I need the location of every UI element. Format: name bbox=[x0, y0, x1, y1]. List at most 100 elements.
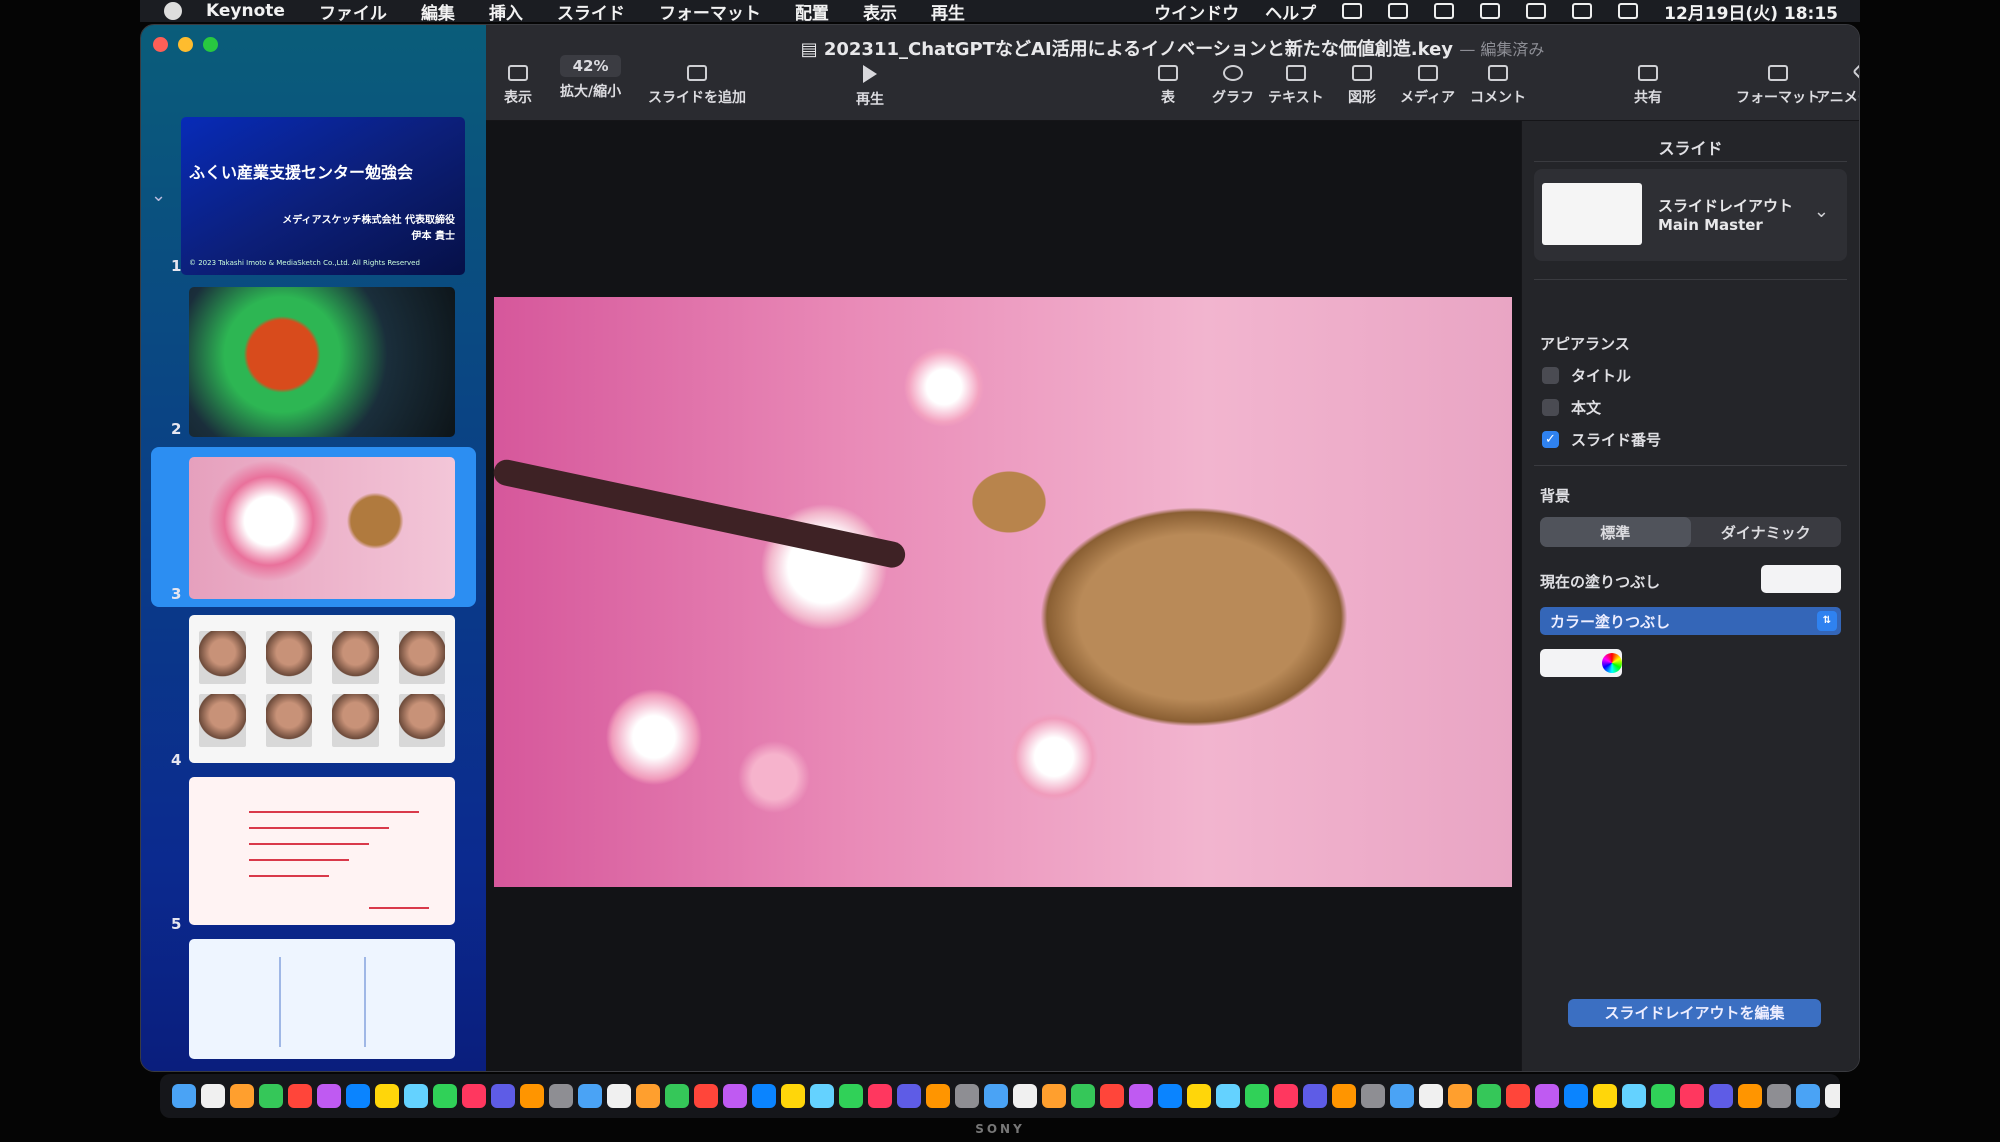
dock-app-icon[interactable] bbox=[1622, 1084, 1646, 1108]
dock-app-icon[interactable] bbox=[955, 1084, 979, 1108]
dock-app-icon[interactable] bbox=[1477, 1084, 1501, 1108]
dock-app-icon[interactable] bbox=[636, 1084, 660, 1108]
share-button[interactable]: 共有 bbox=[1634, 65, 1662, 107]
dock-app-icon[interactable] bbox=[1361, 1084, 1385, 1108]
dock-app-icon[interactable] bbox=[491, 1084, 515, 1108]
fill-type-select[interactable]: カラー塗りつぶし ⇅ bbox=[1540, 607, 1841, 635]
menu-play[interactable]: 再生 bbox=[931, 0, 965, 24]
dock-app-icon[interactable] bbox=[549, 1084, 573, 1108]
slide-thumbnail-4[interactable] bbox=[189, 615, 455, 763]
zoom-window-icon[interactable] bbox=[203, 37, 218, 52]
dock-app-icon[interactable] bbox=[1158, 1084, 1182, 1108]
status-app-icon[interactable] bbox=[1342, 3, 1363, 19]
current-slide-image[interactable] bbox=[491, 297, 1512, 887]
color-wheel-icon[interactable] bbox=[1602, 653, 1622, 673]
dock-app-icon[interactable] bbox=[317, 1084, 341, 1108]
dock-app-icon[interactable] bbox=[1796, 1084, 1820, 1108]
dock-app-icon[interactable] bbox=[1245, 1084, 1269, 1108]
dock-app-icon[interactable] bbox=[1013, 1084, 1037, 1108]
apple-menu-icon[interactable] bbox=[164, 2, 182, 20]
dock-app-icon[interactable] bbox=[1042, 1084, 1066, 1108]
dock-app-icon[interactable] bbox=[752, 1084, 776, 1108]
dock-app-icon[interactable] bbox=[1709, 1084, 1733, 1108]
dock-app-icon[interactable] bbox=[984, 1084, 1008, 1108]
dock-app-icon[interactable] bbox=[1216, 1084, 1240, 1108]
dock-app-icon[interactable] bbox=[404, 1084, 428, 1108]
close-window-icon[interactable] bbox=[153, 37, 168, 52]
checkbox-slide-number-row[interactable]: ✓ スライド番号 bbox=[1542, 429, 1661, 450]
menu-format[interactable]: フォーマット bbox=[659, 0, 761, 24]
slide-thumbnail-2[interactable] bbox=[189, 287, 455, 437]
checkbox-body-row[interactable]: 本文 bbox=[1542, 397, 1601, 418]
control-center-icon[interactable] bbox=[1618, 3, 1639, 19]
slide-layout-picker[interactable]: スライドレイアウト Main Master ⌄ bbox=[1534, 169, 1847, 261]
shape-button[interactable]: 図形 bbox=[1348, 65, 1376, 107]
dock-app-icon[interactable] bbox=[665, 1084, 689, 1108]
dock-app-icon[interactable] bbox=[1506, 1084, 1530, 1108]
menu-arrange[interactable]: 配置 bbox=[795, 0, 829, 24]
slide-thumbnail-3[interactable] bbox=[189, 457, 455, 599]
dock-app-icon[interactable] bbox=[1187, 1084, 1211, 1108]
dock-app-icon[interactable] bbox=[694, 1084, 718, 1108]
dock-app-icon[interactable] bbox=[1419, 1084, 1443, 1108]
dock-app-icon[interactable] bbox=[1274, 1084, 1298, 1108]
comment-button[interactable]: コメント bbox=[1470, 65, 1526, 107]
chart-button[interactable]: グラフ bbox=[1212, 65, 1254, 107]
title-checkbox[interactable] bbox=[1542, 367, 1559, 384]
dock-app-icon[interactable] bbox=[1448, 1084, 1472, 1108]
slide-number-checkbox[interactable]: ✓ bbox=[1542, 431, 1559, 448]
dock-app-icon[interactable] bbox=[1680, 1084, 1704, 1108]
battery-icon[interactable] bbox=[1480, 3, 1501, 19]
dock-app-icon[interactable] bbox=[433, 1084, 457, 1108]
clock[interactable]: 12月19日(火) 18:15 bbox=[1664, 0, 1838, 24]
dock-app-icon[interactable] bbox=[1651, 1084, 1675, 1108]
zoom-control[interactable]: 42% 拡大/縮小 bbox=[560, 55, 622, 101]
dock-app-icon[interactable] bbox=[1767, 1084, 1791, 1108]
menu-app-name[interactable]: Keynote bbox=[206, 1, 285, 21]
play-button[interactable]: 再生 bbox=[856, 65, 884, 109]
menu-file[interactable]: ファイル bbox=[319, 0, 387, 24]
dock-app-icon[interactable] bbox=[520, 1084, 544, 1108]
dock-app-icon[interactable] bbox=[578, 1084, 602, 1108]
animate-button[interactable]: アニメーション bbox=[1816, 60, 1859, 107]
zoom-value[interactable]: 42% bbox=[560, 55, 622, 77]
dock-app-icon[interactable] bbox=[172, 1084, 196, 1108]
dock-app-icon[interactable] bbox=[1593, 1084, 1617, 1108]
slide-thumbnail-6[interactable] bbox=[189, 939, 455, 1059]
media-button[interactable]: メディア bbox=[1400, 65, 1455, 107]
dock-app-icon[interactable] bbox=[288, 1084, 312, 1108]
checkbox-title-row[interactable]: タイトル bbox=[1542, 365, 1631, 386]
view-button[interactable]: 表示 bbox=[504, 65, 532, 107]
dock-app-icon[interactable] bbox=[1535, 1084, 1559, 1108]
chevron-down-icon[interactable]: ⌄ bbox=[151, 185, 166, 206]
dock-app-icon[interactable] bbox=[1303, 1084, 1327, 1108]
body-checkbox[interactable] bbox=[1542, 399, 1559, 416]
dock-app-icon[interactable] bbox=[1390, 1084, 1414, 1108]
edit-slide-layout-button[interactable]: スライドレイアウトを編集 bbox=[1568, 999, 1821, 1027]
dock-app-icon[interactable] bbox=[868, 1084, 892, 1108]
add-slide-button[interactable]: スライドを追加 bbox=[648, 65, 746, 107]
dock-app-icon[interactable] bbox=[810, 1084, 834, 1108]
menu-help[interactable]: ヘルプ bbox=[1265, 0, 1316, 24]
dock-app-icon[interactable] bbox=[230, 1084, 254, 1108]
table-button[interactable]: 表 bbox=[1158, 65, 1178, 107]
volume-icon[interactable] bbox=[1388, 3, 1409, 19]
dock-app-icon[interactable] bbox=[781, 1084, 805, 1108]
inspector-tab-title[interactable]: スライド bbox=[1522, 135, 1859, 159]
format-button[interactable]: フォーマット bbox=[1736, 65, 1820, 107]
slide-thumbnail-5[interactable] bbox=[189, 777, 455, 925]
segment-standard[interactable]: 標準 bbox=[1540, 517, 1691, 547]
dock-app-icon[interactable] bbox=[259, 1084, 283, 1108]
dock-app-icon[interactable] bbox=[897, 1084, 921, 1108]
dock-app-icon[interactable] bbox=[201, 1084, 225, 1108]
dock-app-icon[interactable] bbox=[926, 1084, 950, 1108]
minimize-window-icon[interactable] bbox=[178, 37, 193, 52]
dock-app-icon[interactable] bbox=[346, 1084, 370, 1108]
dock-app-icon[interactable] bbox=[375, 1084, 399, 1108]
menu-view[interactable]: 表示 bbox=[863, 0, 897, 24]
menu-insert[interactable]: 挿入 bbox=[489, 0, 523, 24]
dock-app-icon[interactable] bbox=[462, 1084, 486, 1108]
dock-app-icon[interactable] bbox=[1100, 1084, 1124, 1108]
dock-app-icon[interactable] bbox=[1129, 1084, 1153, 1108]
slide-canvas[interactable] bbox=[486, 121, 1521, 1071]
